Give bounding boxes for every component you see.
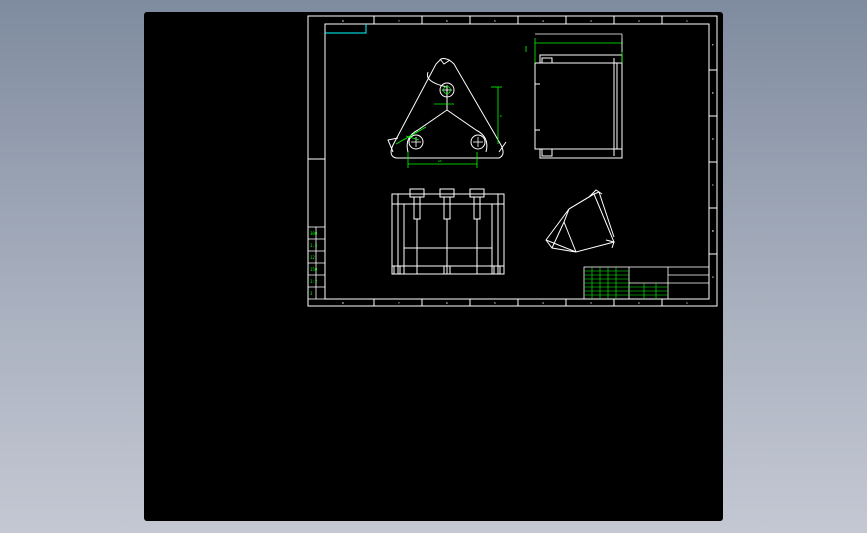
- svg-text:3: 3: [590, 19, 592, 23]
- isometric-view: [545, 189, 615, 253]
- svg-text:4: 4: [542, 301, 544, 305]
- corner-marker: [325, 24, 367, 34]
- svg-text:E: E: [712, 91, 714, 95]
- svg-text:6: 6: [446, 301, 448, 305]
- svg-text:2: 2: [638, 301, 640, 305]
- svg-text:5: 5: [494, 301, 496, 305]
- svg-text:12: 12: [310, 255, 315, 260]
- svg-text:4: 4: [542, 19, 544, 23]
- svg-text:ø4: ø4: [438, 159, 442, 163]
- svg-text:7: 7: [398, 301, 400, 305]
- svg-text:1: 1: [686, 301, 688, 305]
- front-elevation-view: [391, 188, 505, 275]
- svg-text:6: 6: [446, 19, 448, 23]
- svg-text:1:2: 1:2: [310, 279, 318, 284]
- svg-text:8: 8: [342, 301, 344, 305]
- svg-text:300: 300: [310, 231, 318, 236]
- svg-text:1.5: 1.5: [310, 243, 318, 248]
- svg-text:C: C: [712, 183, 714, 187]
- svg-text:5: 5: [494, 19, 496, 23]
- sheet-outer-border: [307, 15, 718, 307]
- svg-text:3: 3: [310, 291, 313, 296]
- svg-text:7: 7: [398, 19, 400, 23]
- svg-text:A: A: [712, 275, 714, 279]
- cad-drawing: 8 7 6 5 4 3 2 1 8 7 6 5 4 3 2 1 F E D C …: [307, 15, 718, 307]
- cad-drawing-canvas[interactable]: 8 7 6 5 4 3 2 1 8 7 6 5 4 3 2 1 F E D C …: [144, 12, 723, 521]
- svg-text:▮: ▮: [500, 114, 502, 118]
- triangle-dim-texts: ø4 ▮: [438, 114, 502, 163]
- left-side-table: [307, 226, 326, 300]
- side-view-rect: [534, 54, 623, 159]
- sheet-inner-frame: [324, 23, 710, 300]
- zone-ticks-top: [308, 16, 717, 306]
- svg-text:F: F: [712, 43, 714, 47]
- svg-text:D: D: [712, 137, 714, 141]
- triangle-top-view: [387, 58, 507, 159]
- svg-text:3: 3: [590, 301, 592, 305]
- svg-text:8: 8: [342, 19, 344, 23]
- svg-text:150: 150: [310, 267, 318, 272]
- svg-text:2: 2: [638, 19, 640, 23]
- svg-text:1: 1: [686, 19, 688, 23]
- left-table-values: 300 1.5 12 150 1:2 3: [310, 231, 318, 296]
- svg-text:B: B: [712, 229, 714, 233]
- triangle-dimensions: [395, 86, 502, 168]
